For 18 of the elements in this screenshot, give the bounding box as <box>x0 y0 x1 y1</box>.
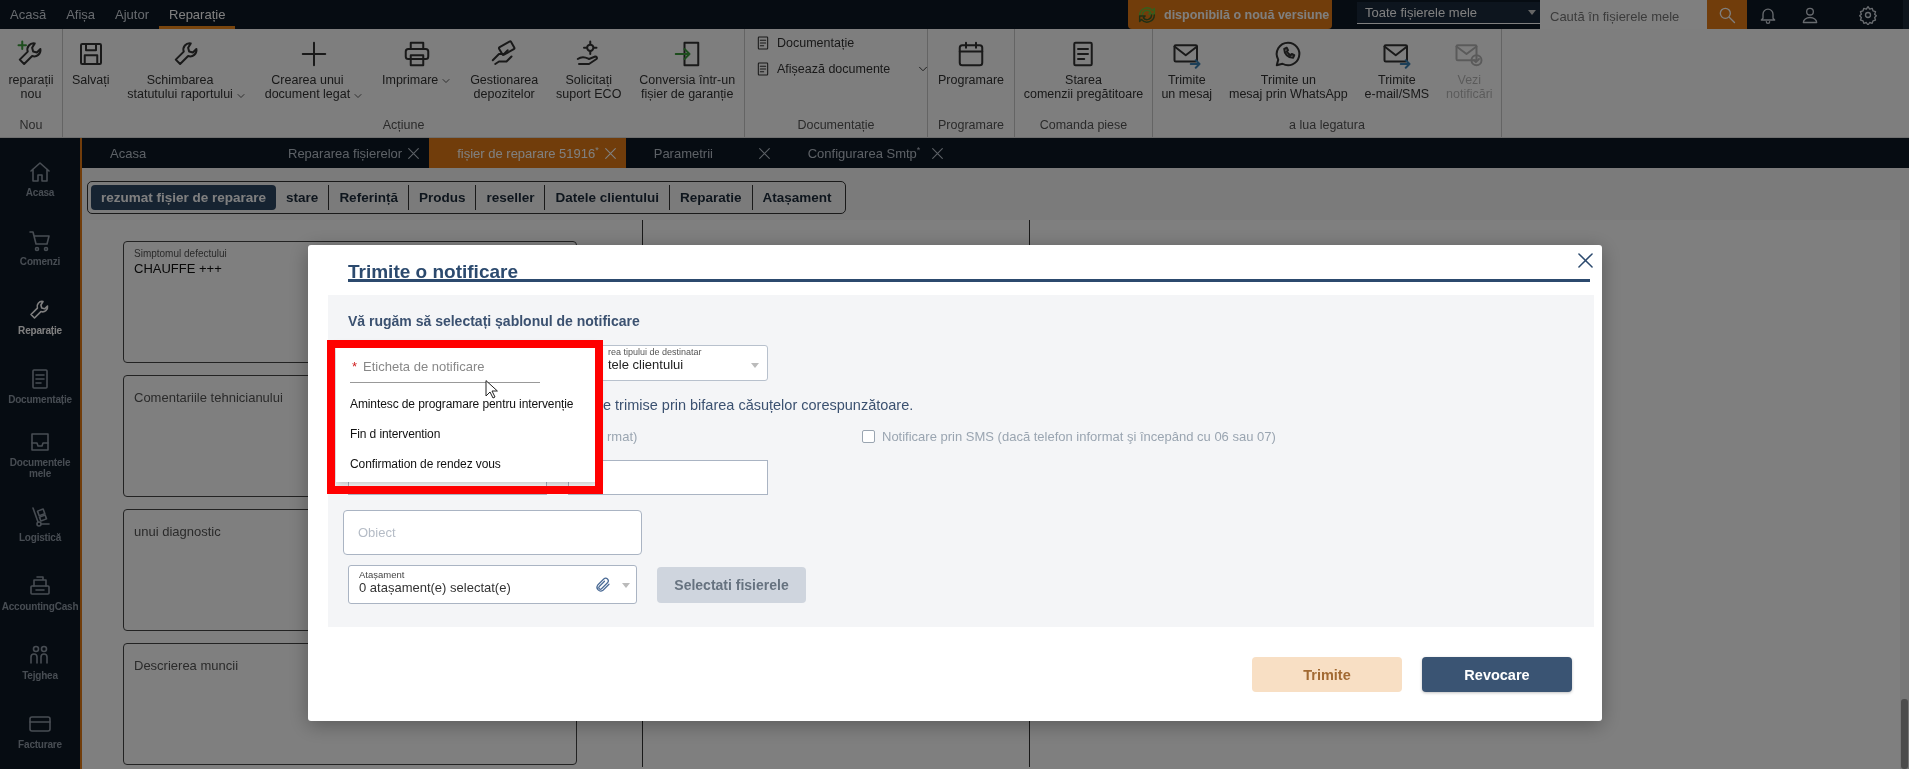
ribbon-group-title: Documentație <box>796 118 876 134</box>
field-placeholder: Comentariile tehnicianului <box>134 390 283 405</box>
prompt-text: Vă rugăm să selectați șablonul de notificare <box>348 313 641 331</box>
field-value: CHAUFFE +++ <box>134 261 222 276</box>
ribbon-group-title: Comanda piese <box>1038 118 1129 134</box>
ribbon-group-title: Programare <box>937 118 1005 134</box>
instruction-text: e trimise prin bifarea căsuțelor corespunzătoare. <box>603 397 914 413</box>
ribbon-group-title: Nou <box>18 118 44 134</box>
field-placeholder: unui diagnostic <box>134 524 221 539</box>
field-placeholder: Eticheta de notificare <box>363 359 485 374</box>
field-placeholder: Descrierea muncii <box>134 658 239 673</box>
field-label: Simptomul defectului <box>134 248 227 259</box>
dialog-title: Trimite o notificare <box>348 261 519 283</box>
required-mark: * <box>352 359 358 374</box>
ribbon-group-title: Acțiune <box>381 118 426 134</box>
ribbon-group-title: a lua legatura <box>1288 118 1366 134</box>
update-text: disponibilă o nouă versiune <box>1164 7 1330 22</box>
option-label: rmat) <box>607 429 638 444</box>
